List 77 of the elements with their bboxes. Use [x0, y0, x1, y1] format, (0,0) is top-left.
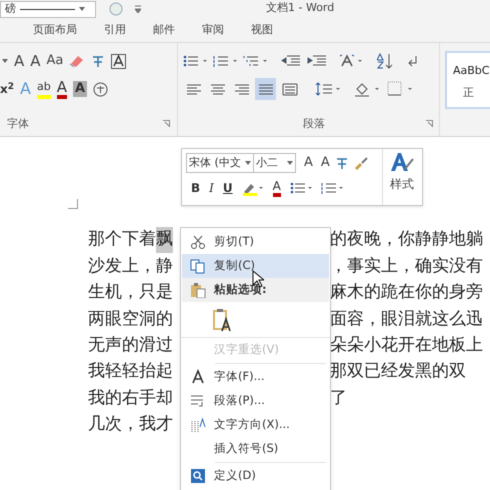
ribbon-tab[interactable]: 邮件 [153, 22, 175, 38]
highlight-button[interactable]: ab [36, 79, 51, 99]
borders-icon[interactable] [387, 81, 413, 97]
text-line: 了 [330, 386, 347, 410]
brush-icon[interactable] [354, 156, 368, 170]
copy-icon[interactable] [190, 258, 206, 274]
font-color-button[interactable]: A [272, 180, 281, 196]
numbering-icon[interactable] [213, 54, 237, 68]
bold-button[interactable]: B [191, 179, 200, 197]
ribbon-tab[interactable]: 引用 [104, 22, 126, 38]
launcher-icon[interactable] [426, 120, 433, 128]
styles-icon [389, 151, 415, 173]
scissors-icon[interactable] [190, 234, 206, 250]
text-line: 无声的滑过 [88, 334, 173, 357]
text-line: 两眼空洞的 [88, 308, 173, 331]
text-line: 麻木的跪在你的身旁 [330, 281, 483, 304]
underline-button[interactable]: U [222, 179, 233, 197]
text-line: 朵朵小花开在地板上 [330, 334, 483, 357]
selected-text: 飘 [156, 227, 173, 253]
font-color-button[interactable]: A [56, 79, 67, 99]
font-dropdown[interactable]: 宋体 (中文 [186, 153, 254, 173]
shrink-font-button[interactable]: A [30, 50, 41, 72]
ribbon-tab[interactable]: 页面布局 [33, 22, 77, 38]
menu-item[interactable]: 复制(C) [182, 254, 329, 278]
launcher-icon[interactable] [163, 120, 170, 128]
font-icon[interactable] [190, 369, 206, 385]
text-line: 几次，我才 [88, 413, 173, 436]
text-line: 沙发上，静 [88, 254, 173, 278]
paste-text-icon[interactable] [213, 308, 233, 332]
text-line: 生机，只是 [88, 281, 173, 304]
grow-font-button[interactable]: A [14, 50, 24, 72]
bullets-icon[interactable] [290, 181, 312, 195]
text-line: 那双已经发黑的双 [330, 360, 466, 384]
increase-indent-icon[interactable] [307, 54, 327, 68]
window-title: 文档1 - Word [266, 0, 334, 16]
superscript-button[interactable]: x$^{2}$ [0, 81, 14, 97]
caret-icon [245, 161, 251, 165]
italic-button[interactable]: I [209, 179, 214, 197]
caret-icon [287, 161, 293, 165]
style-tile[interactable]: AaBbC 正 [445, 51, 490, 109]
book-search-icon[interactable] [190, 468, 206, 484]
bullets-icon[interactable] [183, 54, 207, 68]
text-line: 面容，眼泪就这么迅 [330, 308, 483, 331]
distributed-icon [280, 80, 298, 98]
border-icon[interactable] [111, 54, 126, 68]
shrink-font-button[interactable]: A [320, 153, 330, 173]
styles-button[interactable]: 样式 [382, 149, 419, 205]
multilevel-list-icon[interactable] [243, 54, 267, 68]
paragraph-mark-icon[interactable] [407, 54, 419, 68]
shading-bucket-icon[interactable] [354, 81, 380, 97]
shading-button[interactable]: A [72, 81, 88, 97]
grow-font-button[interactable]: A [304, 153, 313, 173]
text-line: 我轻轻抬起 [88, 360, 173, 384]
asian-layout-icon[interactable] [339, 54, 363, 68]
line-weight-dropdown[interactable]: 磅 [0, 0, 96, 18]
justify-button[interactable] [255, 78, 276, 100]
text-line: 我的右手却 [88, 386, 173, 410]
paragraph-icon[interactable] [190, 393, 206, 409]
ribbon-tab[interactable]: 视图 [251, 22, 273, 38]
decrease-indent-icon[interactable] [281, 54, 301, 68]
text-direction-icon[interactable] [190, 417, 206, 433]
group-label: 段落 [303, 116, 325, 132]
clipboard-icon[interactable] [190, 282, 206, 298]
line-spacing-icon[interactable] [315, 81, 341, 97]
sort-icon[interactable] [377, 53, 393, 69]
enclose-icon[interactable] [93, 82, 108, 96]
text-line: ，事实上，确实没有 [330, 254, 483, 278]
text-line: 那个下着 [88, 228, 156, 252]
ribbon-tab[interactable]: 审阅 [202, 22, 224, 38]
text-line: 的夜晚，你静静地躺 [330, 228, 483, 252]
group-label: 字体 [7, 116, 29, 132]
numbering-icon[interactable] [320, 181, 343, 195]
size-dropdown[interactable]: 小二 [253, 153, 296, 173]
caret-icon[interactable] [79, 7, 85, 11]
customize-icon[interactable] [135, 5, 141, 13]
change-case-button[interactable]: Aa [46, 51, 64, 71]
caret-icon[interactable] [2, 59, 8, 63]
